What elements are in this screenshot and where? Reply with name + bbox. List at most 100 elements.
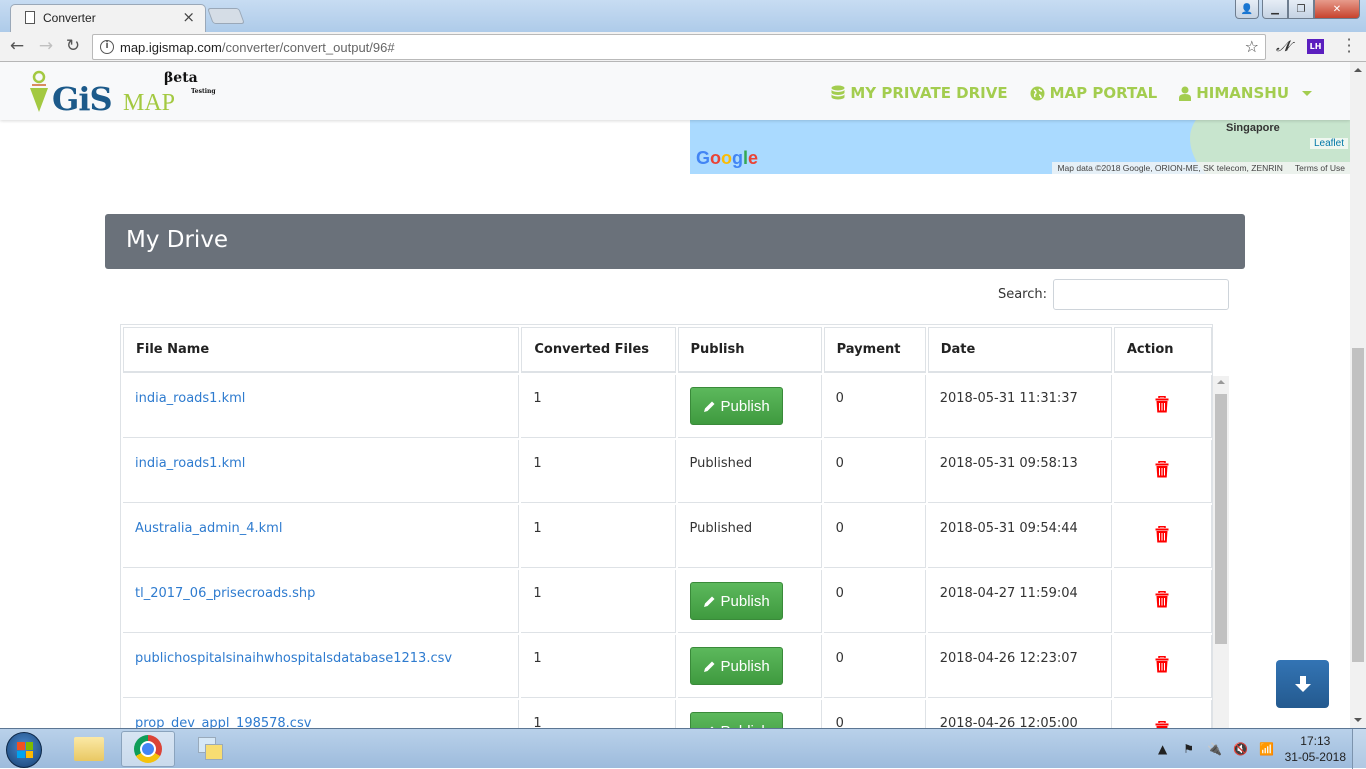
publish-button[interactable]: Publish	[689, 712, 783, 728]
cell-converted-files: 1	[521, 700, 676, 728]
nav-map-portal[interactable]: MAP PORTAL	[1030, 84, 1157, 102]
cell-file-name: india_roads1.kml	[123, 440, 520, 503]
cell-payment: 0	[823, 505, 926, 568]
column-header-payment[interactable]: Payment	[823, 327, 926, 373]
power-plug-icon[interactable]: 🔌	[1207, 741, 1223, 757]
files-table-container: File Name Converted Files Publish Paymen…	[120, 324, 1213, 728]
cell-payment: 0	[824, 700, 926, 728]
url-path: /converter/convert_output/96#	[221, 40, 395, 55]
cell-file-name: prop_dev_appl_198578.csv	[123, 700, 520, 728]
delete-button[interactable]	[1126, 656, 1199, 673]
profile-icon[interactable]: 👤	[1235, 0, 1259, 19]
cell-publish: Published	[677, 505, 822, 568]
clock-time: 17:13	[1300, 734, 1331, 748]
cell-payment: 0	[823, 440, 926, 503]
column-header-converted-files[interactable]: Converted Files	[521, 327, 676, 373]
column-header-action[interactable]: Action	[1113, 327, 1212, 373]
table-scrollbar[interactable]	[1213, 376, 1229, 728]
delete-button[interactable]	[1126, 461, 1199, 478]
google-logo[interactable]: Google	[696, 148, 758, 169]
delete-button[interactable]	[1126, 721, 1199, 728]
nav-my-private-drive[interactable]: MY PRIVATE DRIVE	[831, 84, 1008, 102]
delete-button[interactable]	[1126, 396, 1199, 413]
column-header-file-name[interactable]: File Name	[123, 327, 520, 373]
show-desktop-button[interactable]	[1352, 729, 1366, 769]
chrome-menu-icon[interactable]: · · ·	[1344, 32, 1354, 60]
network-signal-icon[interactable]: 📶	[1259, 741, 1275, 757]
extension-lh-icon[interactable]: LH	[1307, 39, 1324, 54]
cell-date: 2018-05-31 09:54:44	[927, 505, 1112, 568]
file-link[interactable]: india_roads1.kml	[135, 456, 245, 471]
cell-file-name: india_roads1.kml	[123, 375, 520, 438]
file-link[interactable]: publichospitalsinaihwhospitalsdatabase12…	[135, 651, 452, 666]
file-link[interactable]: tl_2017_06_prisecroads.shp	[135, 586, 315, 601]
cell-action	[1113, 375, 1212, 438]
cell-publish: Publish	[678, 700, 822, 728]
taskbar-chrome[interactable]	[121, 731, 175, 767]
cell-payment: 0	[823, 635, 926, 698]
delete-button[interactable]	[1126, 526, 1199, 543]
column-header-date[interactable]: Date	[927, 327, 1112, 373]
map-view[interactable]: Singapore Google Leaflet Map data ©2018 …	[690, 120, 1350, 174]
extension-signature-icon[interactable]: 𝓝	[1276, 37, 1290, 55]
taskbar-windows-app[interactable]	[184, 731, 238, 767]
new-tab-button[interactable]	[207, 8, 245, 24]
table-header-row: File Name Converted Files Publish Paymen…	[123, 327, 1212, 373]
file-link[interactable]: india_roads1.kml	[135, 391, 245, 406]
igismap-logo[interactable]: GiS MAP βeta Testing	[26, 68, 216, 118]
pencil-icon	[703, 661, 714, 672]
cell-file-name: tl_2017_06_prisecroads.shp	[123, 570, 520, 633]
publish-button[interactable]: Publish	[689, 647, 783, 685]
scroll-down-button[interactable]	[1276, 660, 1329, 708]
column-header-publish[interactable]: Publish	[677, 327, 822, 373]
nav-user-menu[interactable]: HIMANSHU	[1179, 84, 1312, 102]
cell-action	[1113, 440, 1212, 503]
scroll-up-arrow-icon[interactable]	[1217, 380, 1225, 384]
action-center-flag-icon[interactable]: ⚑	[1181, 741, 1197, 757]
table-row: india_roads1.kml 1 Published 0 2018-05-31 09…	[123, 440, 1212, 503]
table-row: publichospitalsinaihwhospitalsdatabase12…	[123, 635, 1212, 698]
close-tab-icon[interactable]: ×	[182, 8, 195, 26]
cell-action	[1113, 635, 1212, 698]
page-scroll-down-icon[interactable]	[1354, 718, 1362, 722]
publish-button[interactable]: Publish	[689, 582, 783, 620]
file-link[interactable]: Australia_admin_4.kml	[135, 521, 282, 536]
show-hidden-icons-icon[interactable]: ▲	[1155, 741, 1171, 757]
clock-date: 31-05-2018	[1284, 750, 1346, 764]
taskbar-file-explorer[interactable]	[62, 731, 116, 767]
browser-tab-converter[interactable]: Converter ×	[10, 4, 206, 32]
bookmark-star-icon[interactable]: ☆	[1245, 37, 1259, 56]
url-text[interactable]: map.igismap.com/converter/convert_output…	[120, 40, 395, 55]
close-window-button[interactable]: ✕	[1314, 0, 1360, 19]
minimize-button[interactable]: ▁	[1262, 0, 1288, 19]
taskbar-clock[interactable]: 17:13 31-05-2018	[1285, 733, 1346, 765]
cell-date: 2018-05-31 11:31:37	[927, 375, 1112, 438]
page-scrollbar[interactable]	[1350, 62, 1366, 728]
volume-muted-icon[interactable]: 🔇	[1233, 741, 1249, 757]
back-arrow-icon[interactable]: ←	[6, 36, 28, 56]
file-link[interactable]: prop_dev_appl_198578.csv	[135, 716, 311, 728]
reload-icon[interactable]: ↻	[62, 36, 84, 56]
delete-button[interactable]	[1126, 591, 1199, 608]
cell-converted-files: 1	[521, 440, 676, 503]
info-icon[interactable]: i	[100, 40, 114, 54]
leaflet-attribution-link[interactable]: Leaflet	[1309, 138, 1348, 149]
page-scroll-up-icon[interactable]	[1354, 68, 1362, 72]
table-row: india_roads1.kml 1 Publish 0 2018-05-31 11:3…	[123, 375, 1212, 438]
terms-of-use-link[interactable]: Terms of Use	[1295, 163, 1345, 173]
publish-button[interactable]: Publish	[689, 387, 783, 425]
my-drive-header: My Drive	[105, 214, 1245, 269]
address-bar[interactable]: i map.igismap.com/converter/convert_outp…	[92, 34, 1266, 60]
arrow-down-icon	[1294, 676, 1311, 692]
cell-date: 2018-04-26 12:23:07	[927, 635, 1112, 698]
forward-arrow-icon[interactable]: →	[35, 36, 57, 56]
cell-date: 2018-04-26 12:05:00	[928, 700, 1112, 728]
page-scrollbar-thumb[interactable]	[1352, 348, 1364, 662]
table-row: Australia_admin_4.kml 1 Published 0 2018-05-…	[123, 505, 1212, 568]
url-host: map.igismap.com	[120, 40, 222, 55]
search-input[interactable]	[1053, 279, 1229, 310]
table-scrollbar-thumb[interactable]	[1215, 394, 1227, 644]
start-button[interactable]	[6, 732, 42, 768]
maximize-button[interactable]: ❐	[1288, 0, 1314, 19]
cell-date: 2018-04-27 11:59:04	[927, 570, 1112, 633]
